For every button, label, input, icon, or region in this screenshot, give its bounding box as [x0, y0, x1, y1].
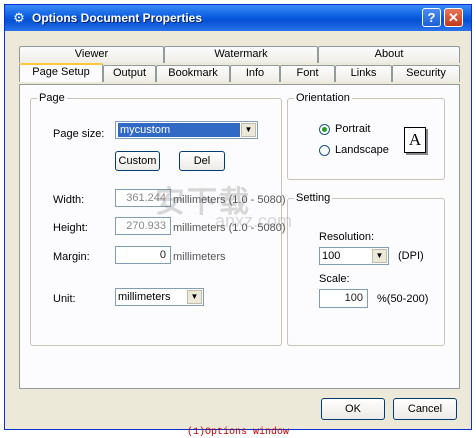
tab-security[interactable]: Security [392, 65, 460, 82]
page-size-value: mycustom [118, 123, 240, 137]
window-title: Options Document Properties [32, 11, 203, 25]
width-label: Width: [53, 194, 85, 206]
width-unit: millimeters (1.0 - 5080) [173, 194, 286, 206]
ok-button[interactable]: OK [321, 398, 385, 420]
landscape-radio[interactable] [319, 145, 330, 156]
setting-group: Setting [287, 192, 445, 346]
resolution-value: 100 [322, 250, 341, 262]
orientation-legend: Orientation [296, 92, 350, 104]
tab-page-setup[interactable]: Page Setup [19, 63, 103, 82]
height-field[interactable]: 270.933 [115, 217, 171, 235]
gear-icon: ⚙ [13, 10, 25, 25]
width-field[interactable]: 361.244 [115, 189, 171, 207]
resolution-unit: (DPI) [398, 250, 424, 262]
tab-font[interactable]: Font [280, 65, 335, 82]
unit-value: millimeters [118, 291, 171, 303]
margin-label: Margin: [53, 251, 90, 263]
options-dialog: ⚙ Options Document Properties ? ✕ Viewer… [4, 4, 472, 430]
tab-viewer[interactable]: Viewer [19, 46, 164, 63]
tab-bookmark[interactable]: Bookmark [156, 65, 230, 82]
page-legend: Page [39, 92, 65, 104]
scale-field[interactable]: 100 [319, 289, 368, 308]
portrait-radio[interactable] [319, 124, 330, 135]
setting-legend: Setting [296, 192, 331, 204]
scale-unit: %(50-200) [377, 293, 429, 305]
tab-info[interactable]: Info [230, 65, 280, 82]
del-button[interactable]: Del [179, 151, 225, 171]
tab-links[interactable]: Links [335, 65, 392, 82]
chevron-down-icon[interactable]: ▼ [241, 123, 256, 137]
margin-field[interactable]: 0 [115, 246, 171, 264]
chevron-down-icon[interactable]: ▼ [372, 249, 387, 263]
margin-unit: millimeters [173, 251, 226, 263]
page-size-label: Page size: [53, 128, 105, 140]
resolution-label: Resolution: [319, 231, 375, 243]
resolution-select[interactable]: 100 ▼ [319, 247, 389, 265]
chevron-down-icon[interactable]: ▼ [187, 290, 202, 304]
cancel-button[interactable]: Cancel [393, 398, 457, 420]
portrait-page-icon: A [404, 127, 426, 153]
portrait-label[interactable]: Portrait [335, 122, 370, 136]
close-button[interactable]: ✕ [444, 8, 463, 27]
unit-select[interactable]: millimeters ▼ [115, 288, 204, 306]
custom-button[interactable]: Custom [115, 151, 160, 171]
page-size-select[interactable]: mycustom ▼ [115, 121, 258, 139]
scale-label: Scale: [319, 273, 350, 285]
help-button[interactable]: ? [422, 8, 441, 27]
figure-caption: (1)Options window [186, 427, 290, 438]
landscape-label[interactable]: Landscape [335, 143, 389, 157]
title-bar[interactable]: ⚙ Options Document Properties ? ✕ [5, 5, 471, 31]
tab-output[interactable]: Output [103, 65, 156, 82]
tab-about[interactable]: About [318, 46, 460, 63]
height-unit: millimeters (1.0 - 5080) [173, 222, 286, 234]
height-label: Height: [53, 222, 88, 234]
unit-label: Unit: [53, 293, 76, 305]
tab-watermark[interactable]: Watermark [164, 46, 318, 63]
